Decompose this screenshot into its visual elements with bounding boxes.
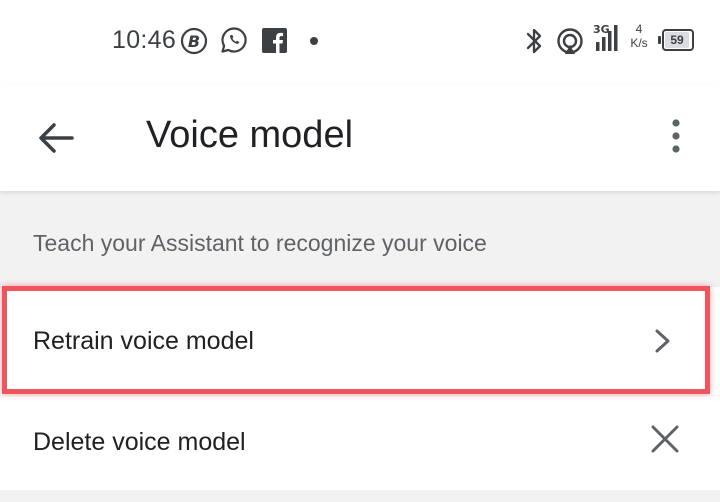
bluetooth-icon <box>526 28 542 54</box>
app-bar: Voice model <box>0 84 720 191</box>
chevron-right-icon <box>655 329 670 353</box>
status-time: 10:46 <box>112 26 177 54</box>
section-description: Teach your Assistant to recognize your v… <box>0 192 720 287</box>
svg-text:B: B <box>188 32 200 51</box>
retrain-voice-model-item[interactable]: Retrain voice model <box>0 287 720 395</box>
page-title: Voice model <box>146 114 354 156</box>
battery-level: 59 <box>670 33 684 47</box>
dot-icon <box>310 37 318 45</box>
close-icon <box>651 425 679 453</box>
more-options-button[interactable] <box>664 114 688 158</box>
network-type-label: 3G <box>593 23 610 36</box>
b-icon: B <box>180 27 208 55</box>
bottom-divider <box>0 490 720 502</box>
speed-value: 4 <box>635 22 643 36</box>
hotspot-icon <box>557 28 583 54</box>
battery-icon: 59 <box>658 29 694 51</box>
more-vert-icon <box>672 119 680 153</box>
facebook-icon <box>262 28 287 53</box>
section-description-text: Teach your Assistant to recognize your v… <box>33 230 487 256</box>
delete-voice-model-item[interactable]: Delete voice model <box>0 396 720 490</box>
delete-voice-model-label: Delete voice model <box>33 428 246 456</box>
arrow-back-icon <box>39 123 74 153</box>
status-bar: 10:46 B 3G 4 K/s 59 <box>0 0 720 84</box>
retrain-voice-model-label: Retrain voice model <box>33 327 254 355</box>
network-speed: 4 K/s <box>626 22 652 50</box>
speed-unit: K/s <box>630 36 648 50</box>
back-button[interactable] <box>30 116 82 160</box>
signal-icon: 3G <box>593 23 618 51</box>
whatsapp-icon <box>221 27 247 53</box>
